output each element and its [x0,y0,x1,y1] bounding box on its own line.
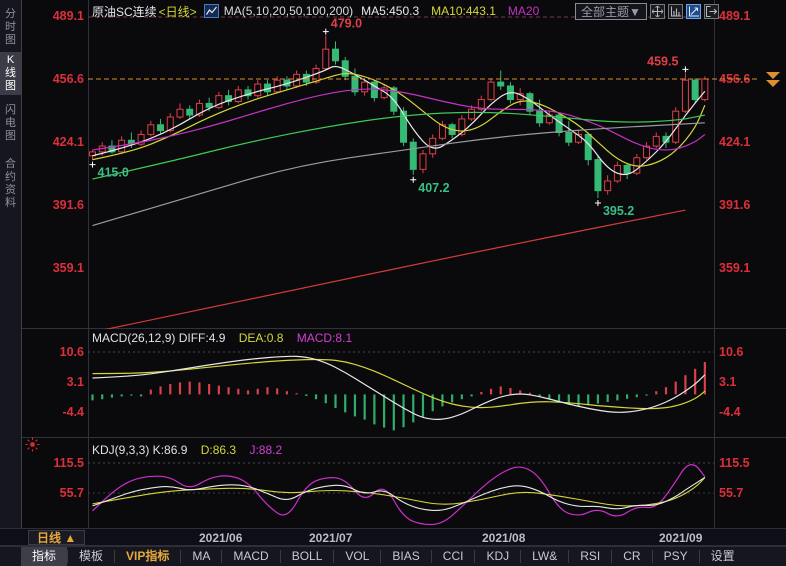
ma20-value: MA20 [508,4,539,18]
y-axis-label: 359.1 [53,261,84,275]
y-axis-label: 55.7 [719,486,743,500]
timeline-date: 2021/07 [309,531,352,545]
ma-settings-label: MA(5,10,20,50,100,200) [224,4,353,18]
extreme-cross-marker [682,66,688,72]
dea-line [93,360,705,409]
tab-BOLL[interactable]: BOLL [281,547,334,566]
timeline-date: 2021/09 [659,531,702,545]
indicator-tabbar: 指标模板VIP指标MAMACDBOLLVOLBIASCCIKDJLW&RSICR… [0,546,786,566]
y-axis-label: 3.1 [719,375,736,389]
price-annotation: 395.2 [603,204,634,218]
popout-icon[interactable] [704,4,719,19]
tab-VIP指标[interactable]: VIP指标 [115,547,180,566]
y-axis-label: -4.4 [62,405,84,419]
timeframe-button[interactable]: 日线 ▲ [28,530,85,545]
sidebar: 分 时 图 K 线 图闪 电 图合 约 资 料 [0,0,22,528]
sidebar-item-3[interactable]: 合 约 资 料 [0,156,21,212]
alert-sun-icon[interactable] [24,436,41,453]
chart-canvas[interactable]: 489.1489.1456.6456.6424.1424.1391.6391.6… [0,0,786,566]
y-axis-label: 391.6 [719,198,750,212]
sidebar-item-2[interactable]: 闪 电 图 [0,102,21,145]
macd-panel-header: MACD(26,12,9) DIFF:4.9 DEA:0.8 MACD:8.1 [92,331,352,345]
tab-模板[interactable]: 模板 [68,547,114,566]
tab-指标[interactable]: 指标 [21,547,67,566]
ma-line-ma20 [93,89,705,150]
y-axis-label: -4.4 [719,405,741,419]
chart-type-icon[interactable] [204,4,219,18]
y-axis-label: 489.1 [53,9,84,23]
tab-设置[interactable]: 设置 [700,547,746,566]
price-annotation: 459.5 [647,54,678,68]
j-line [93,465,705,525]
line-scale-icon[interactable] [686,4,701,19]
y-axis-label: 3.1 [67,375,84,389]
y-axis-label: 424.1 [53,135,84,149]
timeline-date: 2021/06 [199,531,242,545]
d-line [93,478,705,506]
last-price-marker [766,72,780,79]
tab-CCI[interactable]: CCI [432,547,475,566]
y-axis-label: 489.1 [719,9,750,23]
chart-header: 原油SC连续 <日线> MA(5,10,20,50,100,200) MA5:4… [92,3,539,19]
period-label[interactable]: <日线> [159,3,197,20]
move-tool-icon[interactable] [650,4,665,19]
price-annotation: 415.0 [98,166,129,180]
y-axis-label: 55.7 [60,486,84,500]
bar-scale-icon[interactable] [668,4,683,19]
app-window: 489.1489.1456.6456.6424.1424.1391.6391.6… [0,0,786,566]
y-axis-label: 115.5 [53,456,84,470]
tab-BIAS[interactable]: BIAS [381,547,430,566]
y-axis-label: 10.6 [60,345,84,359]
kdj-panel-header: KDJ(9,3,3) K:86.9 D:86.3 J:88.2 [92,443,282,457]
macd-value-label: MACD:8.1 [297,331,352,345]
extreme-cross-marker [90,162,96,168]
tab-MACD[interactable]: MACD [222,547,279,566]
y-axis-label: 115.5 [719,456,750,470]
kdj-j-label: J:88.2 [249,443,282,457]
extreme-cross-marker [323,29,329,35]
price-annotation: 407.2 [418,181,449,195]
symbol-name: 原油SC连续 [92,3,157,20]
tab-RSI[interactable]: RSI [569,547,611,566]
last-price-marker [766,80,780,87]
y-axis-label: 359.1 [719,261,750,275]
timeline-date: 2021/08 [482,531,525,545]
y-axis-label: 456.6 [53,72,84,86]
tab-PSY[interactable]: PSY [653,547,699,566]
kdj-d-label: D:86.3 [201,443,236,457]
y-axis-label: 391.6 [53,198,84,212]
tab-VOL[interactable]: VOL [334,547,380,566]
ma10-value: MA10:443.1 [431,4,496,18]
tab-KDJ[interactable]: KDJ [475,547,520,566]
diff-line [93,356,705,419]
tab-MA[interactable]: MA [181,547,221,566]
macd-diff-label: MACD(26,12,9) DIFF:4.9 [92,331,225,345]
timeline-bar: 日线 ▲ 2021/06 2021/07 2021/08 2021/09 [0,528,786,546]
extreme-cross-marker [595,200,601,206]
extreme-cross-marker [410,177,416,183]
macd-dea-label: DEA:0.8 [239,331,284,345]
macd-histogram [93,362,705,430]
ma5-value: MA5:450.3 [361,4,419,18]
ma-line-ma10 [93,74,705,167]
theme-dropdown-button[interactable]: 全部主题▼ [575,3,647,20]
tab-LW&[interactable]: LW& [521,547,568,566]
header-toolbar: 全部主题▼ [575,3,719,20]
sidebar-item-0[interactable]: 分 时 图 [0,6,21,49]
sidebar-item-1[interactable]: K 线 图 [0,52,21,95]
y-axis-label: 424.1 [719,135,750,149]
kdj-k-label: KDJ(9,3,3) K:86.9 [92,443,187,457]
ma-line-ma200 [93,210,686,332]
y-axis-label: 10.6 [719,345,743,359]
tab-CR[interactable]: CR [612,547,651,566]
